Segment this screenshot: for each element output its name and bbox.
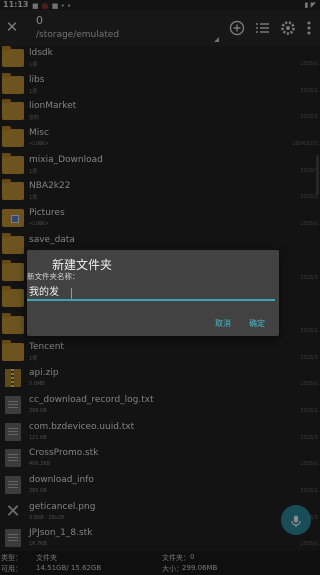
text-cursor <box>71 288 72 299</box>
folder-name-input[interactable]: 我的发 <box>27 285 275 301</box>
cancel-button[interactable]: 取消 <box>215 318 231 329</box>
new-folder-dialog: 新建文件夹 新文件夹名称： 我的发 取消 确定 <box>27 250 279 336</box>
ok-button[interactable]: 确定 <box>249 318 265 329</box>
folder-name-label: 新文件夹名称： <box>27 272 80 281</box>
